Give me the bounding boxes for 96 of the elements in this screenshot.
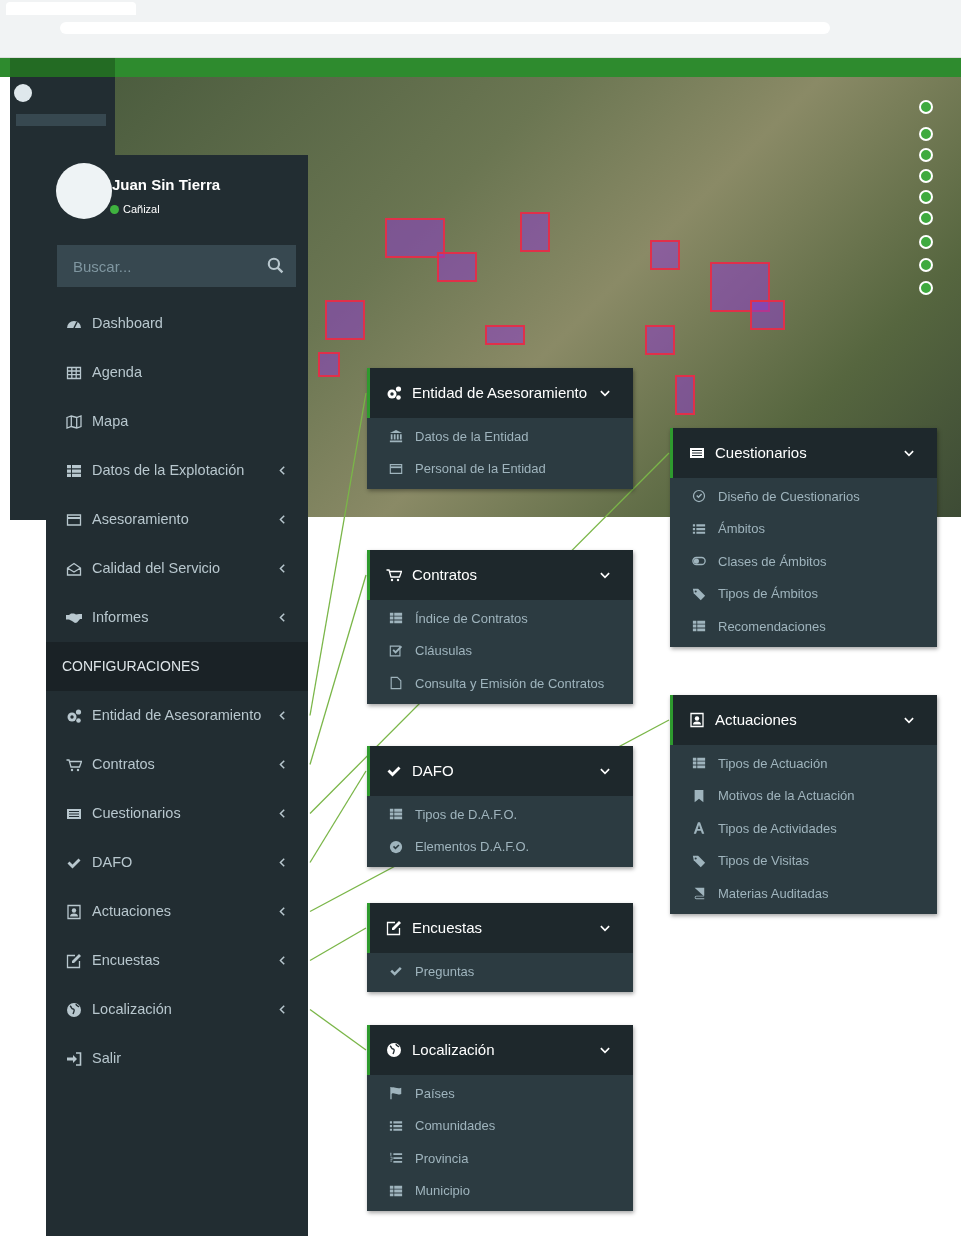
submenu-item[interactable]: Ámbitos [670, 512, 937, 545]
sidebar-item[interactable]: Asesoramiento [46, 495, 308, 544]
submenu-item[interactable]: Provincia [367, 1142, 633, 1175]
bank-icon [389, 429, 403, 444]
sidebar-item[interactable]: Informes [46, 593, 308, 642]
keyboard-icon [689, 445, 705, 461]
submenu-item[interactable]: Personal de la Entidad [367, 452, 633, 485]
submenu-item[interactable]: Tipos de Actividades [670, 812, 937, 845]
submenu-item[interactable]: Comunidades [367, 1109, 633, 1142]
field-outline [325, 300, 365, 340]
card-icon [389, 461, 403, 476]
submenu-item[interactable]: Diseño de Cuestionarios [670, 480, 937, 513]
map-icon [66, 413, 82, 430]
user-name: Juan Sin Tierra [112, 175, 221, 195]
gears-icon [386, 385, 402, 401]
submenu-item[interactable]: Materias Auditadas [670, 877, 937, 910]
submenu-item[interactable]: Tipos de Visitas [670, 844, 937, 877]
search-field[interactable]: Buscar... [57, 245, 296, 287]
sign-in-icon [66, 1050, 82, 1067]
check-circle-icon [389, 839, 403, 854]
submenu-item[interactable]: Tipos de Ámbitos [670, 577, 937, 610]
field-outline [675, 375, 695, 415]
submenu-item[interactable]: Tipos de D.A.F.O. [367, 798, 633, 831]
checkbox-icon [389, 643, 403, 658]
submenu-item[interactable]: Tipos de Actuación [670, 747, 937, 780]
table-icon [389, 611, 403, 626]
person-card-icon [689, 712, 705, 728]
sidebar-item[interactable]: Dashboard [46, 299, 308, 348]
sidebar-item[interactable]: Agenda [46, 348, 308, 397]
submenu-item[interactable]: Datos de la Entidad [367, 420, 633, 453]
submenu-header[interactable]: Entidad de Asesoramiento [367, 368, 633, 418]
submenu-item[interactable]: Índice de Contratos [367, 602, 633, 635]
cart-icon [386, 567, 402, 583]
field-outline [520, 212, 550, 252]
globe-icon [66, 1001, 82, 1018]
table-icon [389, 807, 403, 822]
submenu-item[interactable]: Motivos de la Actuación [670, 779, 937, 812]
submenu-header[interactable]: Encuestas [367, 903, 633, 953]
submenu-header[interactable]: Localización [367, 1025, 633, 1075]
font-icon [692, 821, 706, 836]
submenu-item[interactable]: Países [367, 1077, 633, 1110]
open-envelope-icon [66, 560, 82, 577]
user-status: Cañizal [123, 202, 160, 217]
numbered-list-icon [389, 1151, 403, 1166]
search-icon [267, 257, 284, 274]
field-outline [645, 325, 675, 355]
gears-icon [66, 707, 82, 724]
calendar-grid-icon [66, 364, 82, 381]
edit-icon [386, 920, 402, 936]
submenu-item[interactable]: Elementos D.A.F.O. [367, 830, 633, 863]
cart-icon [66, 756, 82, 773]
sidebar-item[interactable]: Mapa [46, 397, 308, 446]
tag-icon [692, 586, 706, 601]
table-icon [692, 756, 706, 771]
sidebar-item[interactable]: Cuestionarios [46, 789, 308, 838]
sidebar-item[interactable]: DAFO [46, 838, 308, 887]
list-icon [389, 1118, 403, 1133]
sidebar-item[interactable]: Datos de la Explotación [46, 446, 308, 495]
submenu-header[interactable]: DAFO [367, 746, 633, 796]
leader-line [309, 927, 367, 962]
small-search-field[interactable] [16, 114, 106, 126]
edit-icon [66, 952, 82, 969]
person-card-icon [66, 903, 82, 920]
section-header: CONFIGURACIONES [62, 657, 200, 676]
sidebar-item[interactable]: Localización [46, 985, 308, 1034]
submenu-item[interactable]: Cláusulas [367, 634, 633, 667]
card-icon [66, 511, 82, 528]
check-circle-icon [692, 489, 706, 504]
table-icon [692, 619, 706, 634]
submenu-item[interactable]: Municipio [367, 1174, 633, 1207]
sidebar-item[interactable]: Entidad de Asesoramiento [46, 691, 308, 740]
field-outline [650, 240, 680, 270]
submenu-item[interactable]: Preguntas [367, 955, 633, 988]
leader-line [309, 1008, 367, 1051]
field-outline [318, 352, 340, 377]
submenu-item[interactable]: Consulta y Emisión de Contratos [367, 667, 633, 700]
sidebar-item[interactable]: Encuestas [46, 936, 308, 985]
table-icon [389, 1183, 403, 1198]
submenu-item[interactable]: Recomendaciones [670, 610, 937, 643]
tag-icon [692, 853, 706, 868]
list-icon [692, 521, 706, 536]
submenu-header[interactable]: Contratos [367, 550, 633, 600]
field-outline [485, 325, 525, 345]
flag-icon [389, 1086, 403, 1101]
file-icon [389, 676, 403, 691]
submenu-header[interactable]: Cuestionarios [670, 428, 937, 478]
sidebar-item[interactable]: Salir [46, 1034, 308, 1083]
sidebar-item[interactable]: Contratos [46, 740, 308, 789]
sidebar-item[interactable]: Actuaciones [46, 887, 308, 936]
bookmark-icon [692, 788, 706, 803]
submenu-header[interactable]: Actuaciones [670, 695, 937, 745]
globe-icon [386, 1042, 402, 1058]
avatar [56, 163, 112, 219]
submenu-item[interactable]: Clases de Ámbitos [670, 545, 937, 578]
table-icon [66, 462, 82, 479]
sidebar-item[interactable]: Calidad del Servicio [46, 544, 308, 593]
